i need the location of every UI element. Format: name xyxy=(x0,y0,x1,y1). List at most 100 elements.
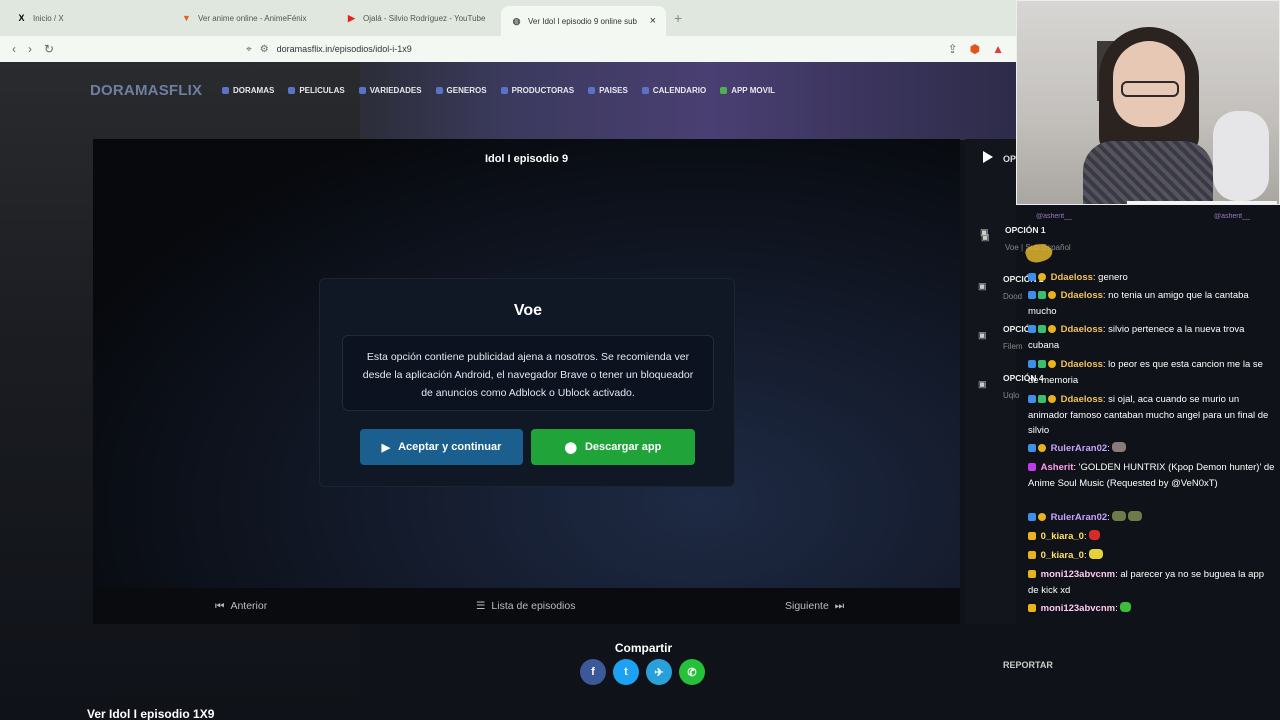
chat-message: moni123abvcnm: al parecer ya no se bugue… xyxy=(1028,569,1265,596)
options-label: OP xyxy=(1003,154,1017,164)
browser-tab-bar: X Inicio / X ▼ Ver anime online - AnimeF… xyxy=(0,0,1016,36)
brave-shield-icon[interactable]: ⬢ xyxy=(970,42,980,56)
animefenix-icon: ▼ xyxy=(182,13,191,23)
tab-doramasflix[interactable]: ◍ Ver Idol I episodio 9 online sub × xyxy=(501,6,666,36)
chat-mention: @asherit__ xyxy=(1036,213,1072,220)
webcam-bar xyxy=(1127,201,1277,204)
player-title: Idol I episodio 9 xyxy=(484,153,569,165)
badge-icon xyxy=(1048,360,1056,368)
stream-chat: @asherit__ @asherit__ Ddaeloss: genero D… xyxy=(1026,208,1280,620)
option-3-server: Filem xyxy=(1003,342,1023,351)
whatsapp-icon[interactable]: ✆ xyxy=(679,659,705,685)
play-icon[interactable] xyxy=(983,151,993,163)
option-2-server: Dood xyxy=(1003,292,1023,301)
report-button[interactable]: REPORTAR xyxy=(1003,660,1053,670)
browser-toolbar: ‹ › ↻ ⌖ ⚙ doramasflix.in/episodios/idol-… xyxy=(0,36,1016,62)
server-icon: ▣ xyxy=(978,281,987,291)
badge-icon xyxy=(1038,273,1046,281)
glasses-icon xyxy=(1121,81,1179,97)
server-icon: ▣ xyxy=(980,227,989,237)
nav-app-movil[interactable]: APP MOVIL xyxy=(720,86,775,95)
twitter-icon[interactable]: t xyxy=(613,659,639,685)
address-bar[interactable]: ⌖ ⚙ doramasflix.in/episodios/idol-i-1x9 xyxy=(246,44,926,55)
badge-icon xyxy=(1038,291,1046,299)
emote-icon xyxy=(1127,511,1142,521)
new-tab-button[interactable]: + xyxy=(674,10,682,26)
chat-message: Ddaeloss: silvio pertenece a la nueva tr… xyxy=(1028,324,1245,351)
nav-peliculas[interactable]: PELICULAS xyxy=(288,86,345,95)
emote-icon xyxy=(1111,511,1126,521)
nav-generos[interactable]: GENEROS xyxy=(435,86,487,95)
x-logo-icon: X xyxy=(18,13,25,23)
productoras-icon xyxy=(500,87,508,94)
share-title: Compartir xyxy=(614,641,673,655)
plush-toy xyxy=(1213,111,1269,201)
ad-warning-modal: Voe Esta opción contiene publicidad ajen… xyxy=(319,278,735,487)
chat-message: Ddaeloss: genero xyxy=(1028,270,1276,286)
server-icon: ▣ xyxy=(978,330,987,340)
badge-icon xyxy=(1038,513,1046,521)
back-icon[interactable]: ‹ xyxy=(12,42,16,56)
emote-icon xyxy=(1111,442,1126,452)
badge-icon xyxy=(1028,551,1036,559)
share-buttons: f t ✈ ✆ xyxy=(580,659,705,685)
nav-paises[interactable]: PAISES xyxy=(588,86,628,95)
calendario-icon xyxy=(641,87,649,94)
previous-episode-button[interactable]: ⏮ Anterior xyxy=(215,600,267,613)
badge-icon xyxy=(1028,273,1036,281)
modal-title: Voe xyxy=(513,302,543,319)
chat-message: RulerAran02: xyxy=(1028,441,1276,457)
webcam-overlay xyxy=(1016,0,1280,205)
paises-icon xyxy=(588,87,596,94)
nav-variedades[interactable]: VARIEDADES xyxy=(358,86,422,95)
nav-calendario[interactable]: CALENDARIO xyxy=(641,86,706,95)
nav-productoras[interactable]: PRODUCTORAS xyxy=(500,86,574,95)
skip-back-icon: ⏮ xyxy=(215,599,225,612)
page-heading: Ver Idol I episodio 1X9 xyxy=(87,707,215,720)
server-icon: ▣ xyxy=(978,379,987,389)
badge-icon xyxy=(1038,444,1046,452)
share-icon[interactable]: ⇪ xyxy=(948,42,958,56)
tab-close-icon[interactable]: × xyxy=(650,15,656,27)
bookmark-icon[interactable]: ⌖ xyxy=(246,44,252,55)
tab-x-home[interactable]: X Inicio / X xyxy=(6,4,171,32)
chat-message: 0_kiara_0: xyxy=(1028,529,1276,545)
telegram-icon[interactable]: ✈ xyxy=(646,659,672,685)
badge-icon xyxy=(1028,604,1036,612)
episode-list-button[interactable]: ☰ Lista de episodios xyxy=(476,600,575,612)
option-4-server: Uqlo xyxy=(1003,391,1020,400)
chat-mention: @asherit__ xyxy=(1214,213,1250,220)
tab-animefenix[interactable]: ▼ Ver anime online - AnimeFénix xyxy=(171,4,336,32)
video-player[interactable]: Idol I episodio 9 Voe Esta opción contie… xyxy=(93,139,960,624)
accept-continue-button[interactable]: ▶ Aceptar y continuar xyxy=(360,429,523,465)
play-icon: ▶ xyxy=(381,441,391,454)
forward-icon[interactable]: › xyxy=(28,42,32,56)
skip-forward-icon: ⏭ xyxy=(834,599,845,612)
badge-icon xyxy=(1028,291,1036,299)
badge-icon xyxy=(1038,395,1046,403)
emote-icon xyxy=(1088,530,1100,540)
chat-message: 0_kiara_0: xyxy=(1028,548,1276,564)
globe-icon: ◍ xyxy=(512,15,521,26)
badge-icon xyxy=(1028,360,1036,368)
nav-doramas[interactable]: DORAMAS xyxy=(222,86,274,95)
android-icon xyxy=(720,87,728,94)
reload-icon[interactable]: ↻ xyxy=(44,42,54,56)
doramas-icon xyxy=(222,87,229,94)
chat-message: Asherit: 'GOLDEN HUNTRIX (Kpop Demon hun… xyxy=(1028,462,1275,489)
facebook-icon[interactable]: f xyxy=(580,659,606,685)
site-info-icon[interactable]: ⚙ xyxy=(260,44,269,55)
brave-rewards-icon[interactable]: ▲ xyxy=(992,42,1004,56)
url-text: doramasflix.in/episodios/idol-i-1x9 xyxy=(276,44,412,54)
badge-icon xyxy=(1038,360,1046,368)
badge-icon xyxy=(1028,463,1036,471)
android-icon: ⬤ xyxy=(564,441,577,454)
tab-youtube[interactable]: ▶ Ojalá - Silvio Rodríguez - YouTube xyxy=(336,4,501,32)
webcam-sweater xyxy=(1083,141,1213,204)
download-app-button[interactable]: ⬤ Descargar app xyxy=(531,429,695,465)
badge-icon xyxy=(1048,325,1056,333)
tab-title: Ver anime online - AnimeFénix xyxy=(198,13,307,23)
next-episode-button[interactable]: Siguiente ⏭ xyxy=(785,600,844,613)
tab-title: Inicio / X xyxy=(33,13,64,23)
site-logo[interactable]: DORAMASFLIX xyxy=(90,82,202,99)
